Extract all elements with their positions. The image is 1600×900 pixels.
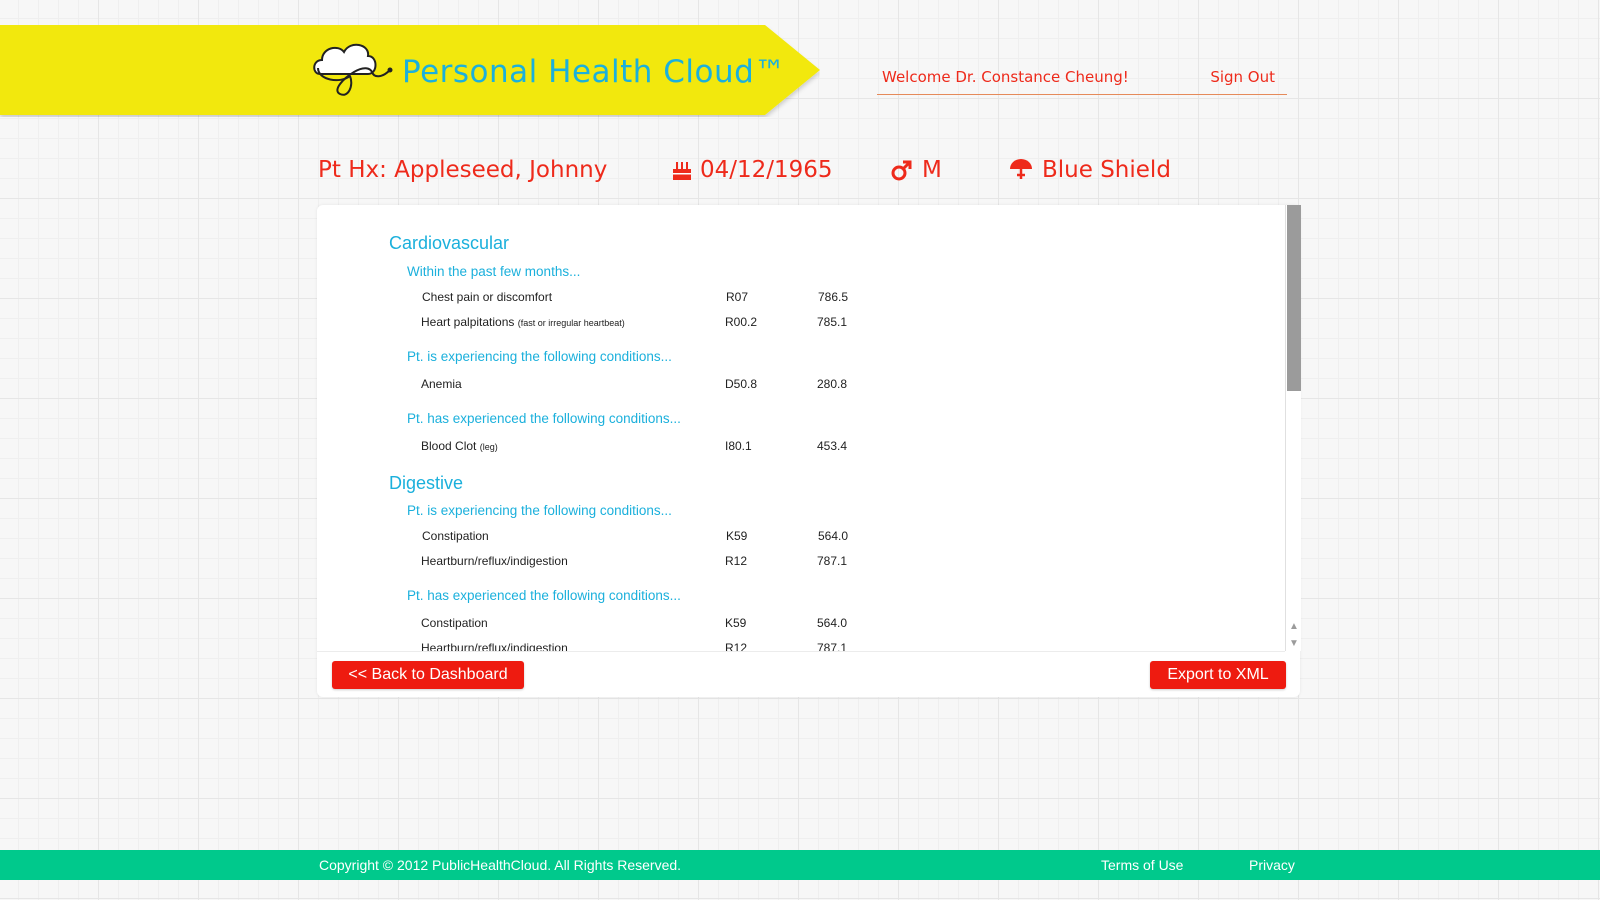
icd9-code: 786.5 — [818, 290, 849, 304]
patient-summary: Pt Hx: Appleseed, Johnny 04/12/1965 M Bl… — [318, 152, 1278, 188]
scrollbar-thumb[interactable] — [1287, 205, 1301, 391]
icd9-code: 787.1 — [817, 641, 848, 651]
patient-sex: M — [890, 152, 942, 188]
dob-value: 04/12/1965 — [700, 157, 833, 183]
icd10-code: R07 — [726, 290, 749, 304]
privacy-link[interactable]: Privacy — [1249, 857, 1295, 873]
icd9-code: 564.0 — [818, 529, 849, 543]
birthday-cake-icon — [673, 162, 691, 180]
back-to-dashboard-button[interactable]: << Back to Dashboard — [332, 661, 524, 689]
icd10-code: K59 — [726, 529, 748, 543]
cloud-stethoscope-logo — [313, 43, 393, 96]
section-title-digestive: Digestive — [389, 473, 464, 493]
condition-name: Chest pain or discomfort — [422, 290, 553, 304]
group-heading: Pt. is experiencing the following condit… — [407, 503, 672, 518]
condition-name: Constipation — [421, 616, 488, 630]
patient-insurance: Blue Shield — [1008, 152, 1171, 188]
icd9-code: 787.1 — [817, 554, 848, 568]
icd10-code: R12 — [725, 554, 748, 568]
terms-of-use-link[interactable]: Terms of Use — [1101, 857, 1183, 873]
male-symbol-icon — [891, 160, 912, 181]
condition-name: Blood Clot (leg) — [421, 439, 498, 453]
icd10-code: R00.2 — [725, 315, 758, 329]
icd9-code: 280.8 — [817, 377, 848, 391]
group-heading: Pt. has experienced the following condit… — [407, 588, 681, 603]
condition-note: (fast or irregular heartbeat) — [517, 318, 625, 328]
footer: Copyright © 2012 PublicHealthCloud. All … — [0, 850, 1600, 880]
scroll-down-arrow-icon[interactable]: ▼ — [1287, 636, 1301, 650]
condition-name: Heart palpitations (fast or irregular he… — [421, 315, 625, 329]
patient-name-text: Pt Hx: Appleseed, Johnny — [318, 157, 608, 183]
condition-name: Heartburn/reflux/indigestion — [421, 641, 568, 651]
section-title-cardiovascular: Cardiovascular — [389, 233, 510, 253]
app-title: Personal Health Cloud™ — [402, 54, 786, 90]
group-heading: Pt. is experiencing the following condit… — [407, 349, 672, 364]
export-xml-button[interactable]: Export to XML — [1150, 661, 1286, 689]
scroll-up-arrow-icon[interactable]: ▲ — [1287, 619, 1301, 633]
history-scroll-area[interactable]: Cardiovascular Within the past few month… — [317, 205, 1285, 651]
group-heading: Pt. has experienced the following condit… — [407, 411, 681, 426]
history-panel: Cardiovascular Within the past few month… — [317, 205, 1301, 697]
icd10-code: R12 — [725, 641, 748, 651]
icd10-code: D50.8 — [725, 377, 758, 391]
welcome-message: Welcome Dr. Constance Cheung! — [882, 68, 1129, 86]
condition-name: Constipation — [422, 529, 489, 543]
patient-dob: 04/12/1965 — [672, 152, 833, 188]
icd9-code: 785.1 — [817, 315, 848, 329]
icd10-code: I80.1 — [725, 439, 752, 453]
condition-note: (leg) — [479, 442, 498, 452]
icd9-code: 453.4 — [817, 439, 848, 453]
icd10-code: K59 — [725, 616, 747, 630]
sex-value: M — [922, 157, 942, 183]
user-bar: Welcome Dr. Constance Cheung! Sign Out — [877, 64, 1287, 95]
patient-name: Pt Hx: Appleseed, Johnny — [318, 152, 607, 188]
condition-name: Heartburn/reflux/indigestion — [421, 554, 568, 568]
panel-divider — [317, 651, 1285, 652]
sign-out-link[interactable]: Sign Out — [1210, 68, 1275, 86]
copyright-text: Copyright © 2012 PublicHealthCloud. All … — [319, 857, 682, 873]
condition-name: Anemia — [421, 377, 462, 391]
group-heading: Within the past few months... — [407, 264, 581, 279]
umbrella-icon — [1010, 159, 1032, 179]
vertical-scrollbar[interactable]: ▲ ▼ — [1285, 205, 1301, 651]
icd9-code: 564.0 — [817, 616, 848, 630]
insurance-value: Blue Shield — [1042, 157, 1171, 183]
